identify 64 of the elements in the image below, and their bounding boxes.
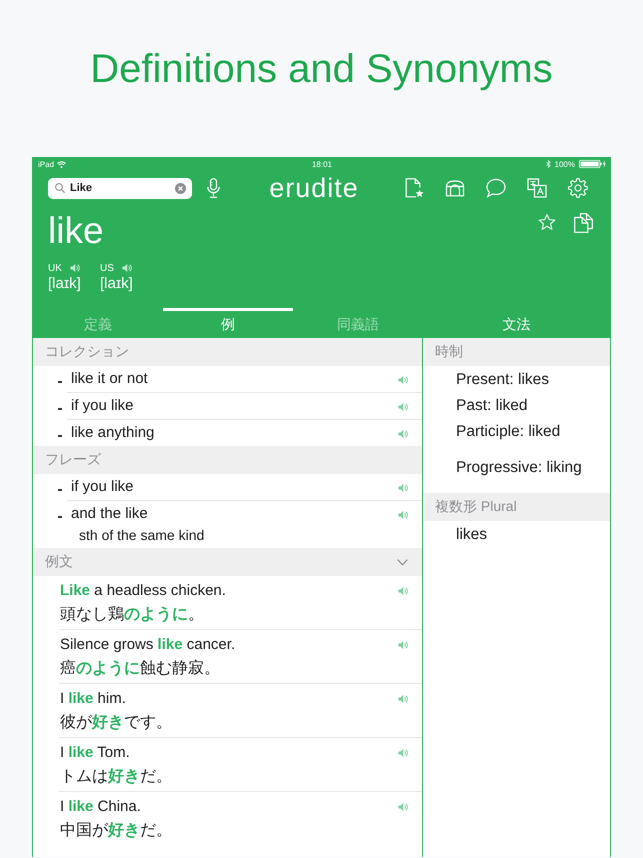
speaker-icon[interactable] <box>398 510 408 520</box>
arch-icon[interactable] <box>445 178 465 198</box>
example-translation: トムは好きだ。 <box>60 767 173 787</box>
grammar-form: Progressive: liking <box>456 458 583 478</box>
speaker-icon[interactable] <box>398 640 408 650</box>
phrase-text[interactable]: and the like <box>71 501 398 527</box>
section-title: 時制 <box>435 343 464 361</box>
region-label: UK <box>48 262 62 274</box>
bluetooth-icon <box>546 160 551 168</box>
section-title: 複数形 Plural <box>435 498 518 516</box>
example-translation: 中国が好きだ。 <box>60 820 173 841</box>
speaker-icon[interactable] <box>398 748 408 758</box>
grammar-form: Present: likes <box>456 370 550 390</box>
speaker-icon[interactable] <box>398 694 408 704</box>
settings-icon[interactable] <box>568 178 588 198</box>
example-translation: 彼が好きです。 <box>60 712 173 733</box>
section-title: コレクション <box>45 343 130 361</box>
speaker-icon[interactable] <box>398 586 408 596</box>
phrase-meaning: sth of the same kind <box>78 527 206 545</box>
search-icon <box>55 183 65 193</box>
section-title: フレーズ <box>45 451 102 469</box>
speaker-icon[interactable] <box>398 402 408 412</box>
speaker-icon[interactable] <box>122 263 132 273</box>
microphone-icon[interactable] <box>207 178 220 198</box>
pronunciation-text: [laɪk] <box>48 275 82 293</box>
app-logo: erudite <box>268 177 360 199</box>
section-title: 例文 <box>45 553 74 571</box>
example-translation: 癌のように蝕む静寂。 <box>60 658 221 679</box>
example-sentence: Silence grows like cancer. <box>60 635 236 655</box>
wifi-icon <box>57 160 66 168</box>
page-heading: Definitions and Synonyms <box>89 46 554 93</box>
search-field[interactable]: Like <box>48 178 192 198</box>
headword: like <box>48 209 104 253</box>
chevron-icon[interactable] <box>397 558 408 566</box>
speaker-icon[interactable] <box>398 802 408 812</box>
example-sentence: I like China. <box>60 797 142 817</box>
document-star-icon[interactable] <box>404 178 424 198</box>
clear-icon[interactable] <box>175 182 186 194</box>
example-sentence: I like Tom. <box>60 743 131 763</box>
speech-bubble-icon[interactable] <box>486 178 506 198</box>
speaker-icon[interactable] <box>70 263 80 273</box>
speaker-icon[interactable] <box>398 483 408 493</box>
phrase-text[interactable]: like it or not <box>71 366 398 392</box>
panel-title: 文法 <box>502 315 532 334</box>
speaker-icon[interactable] <box>398 375 408 385</box>
phrase-text[interactable]: if you like <box>71 474 398 500</box>
device-name: iPad <box>38 160 54 168</box>
region-label: US <box>100 262 114 274</box>
grammar-form: Participle: liked <box>456 422 562 442</box>
example-sentence: I like him. <box>60 689 127 709</box>
status-time: 18:01 <box>312 160 332 168</box>
pronunciation-text: [laɪk] <box>100 275 134 293</box>
copy-icon[interactable] <box>574 213 593 233</box>
battery-icon <box>579 160 606 168</box>
phrase-text[interactable]: like anything <box>71 420 398 446</box>
battery-percent: 100% <box>554 160 575 168</box>
phrase-text[interactable]: if you like <box>71 393 398 419</box>
translate-icon[interactable] <box>527 178 547 198</box>
star-icon[interactable] <box>538 213 556 231</box>
speaker-icon[interactable] <box>398 429 408 439</box>
example-translation: 頭なし鶏のように。 <box>60 605 205 625</box>
example-sentence: Like a headless chicken. <box>60 581 227 601</box>
grammar-form: likes <box>456 525 488 545</box>
grammar-form: Past: liked <box>456 396 529 416</box>
